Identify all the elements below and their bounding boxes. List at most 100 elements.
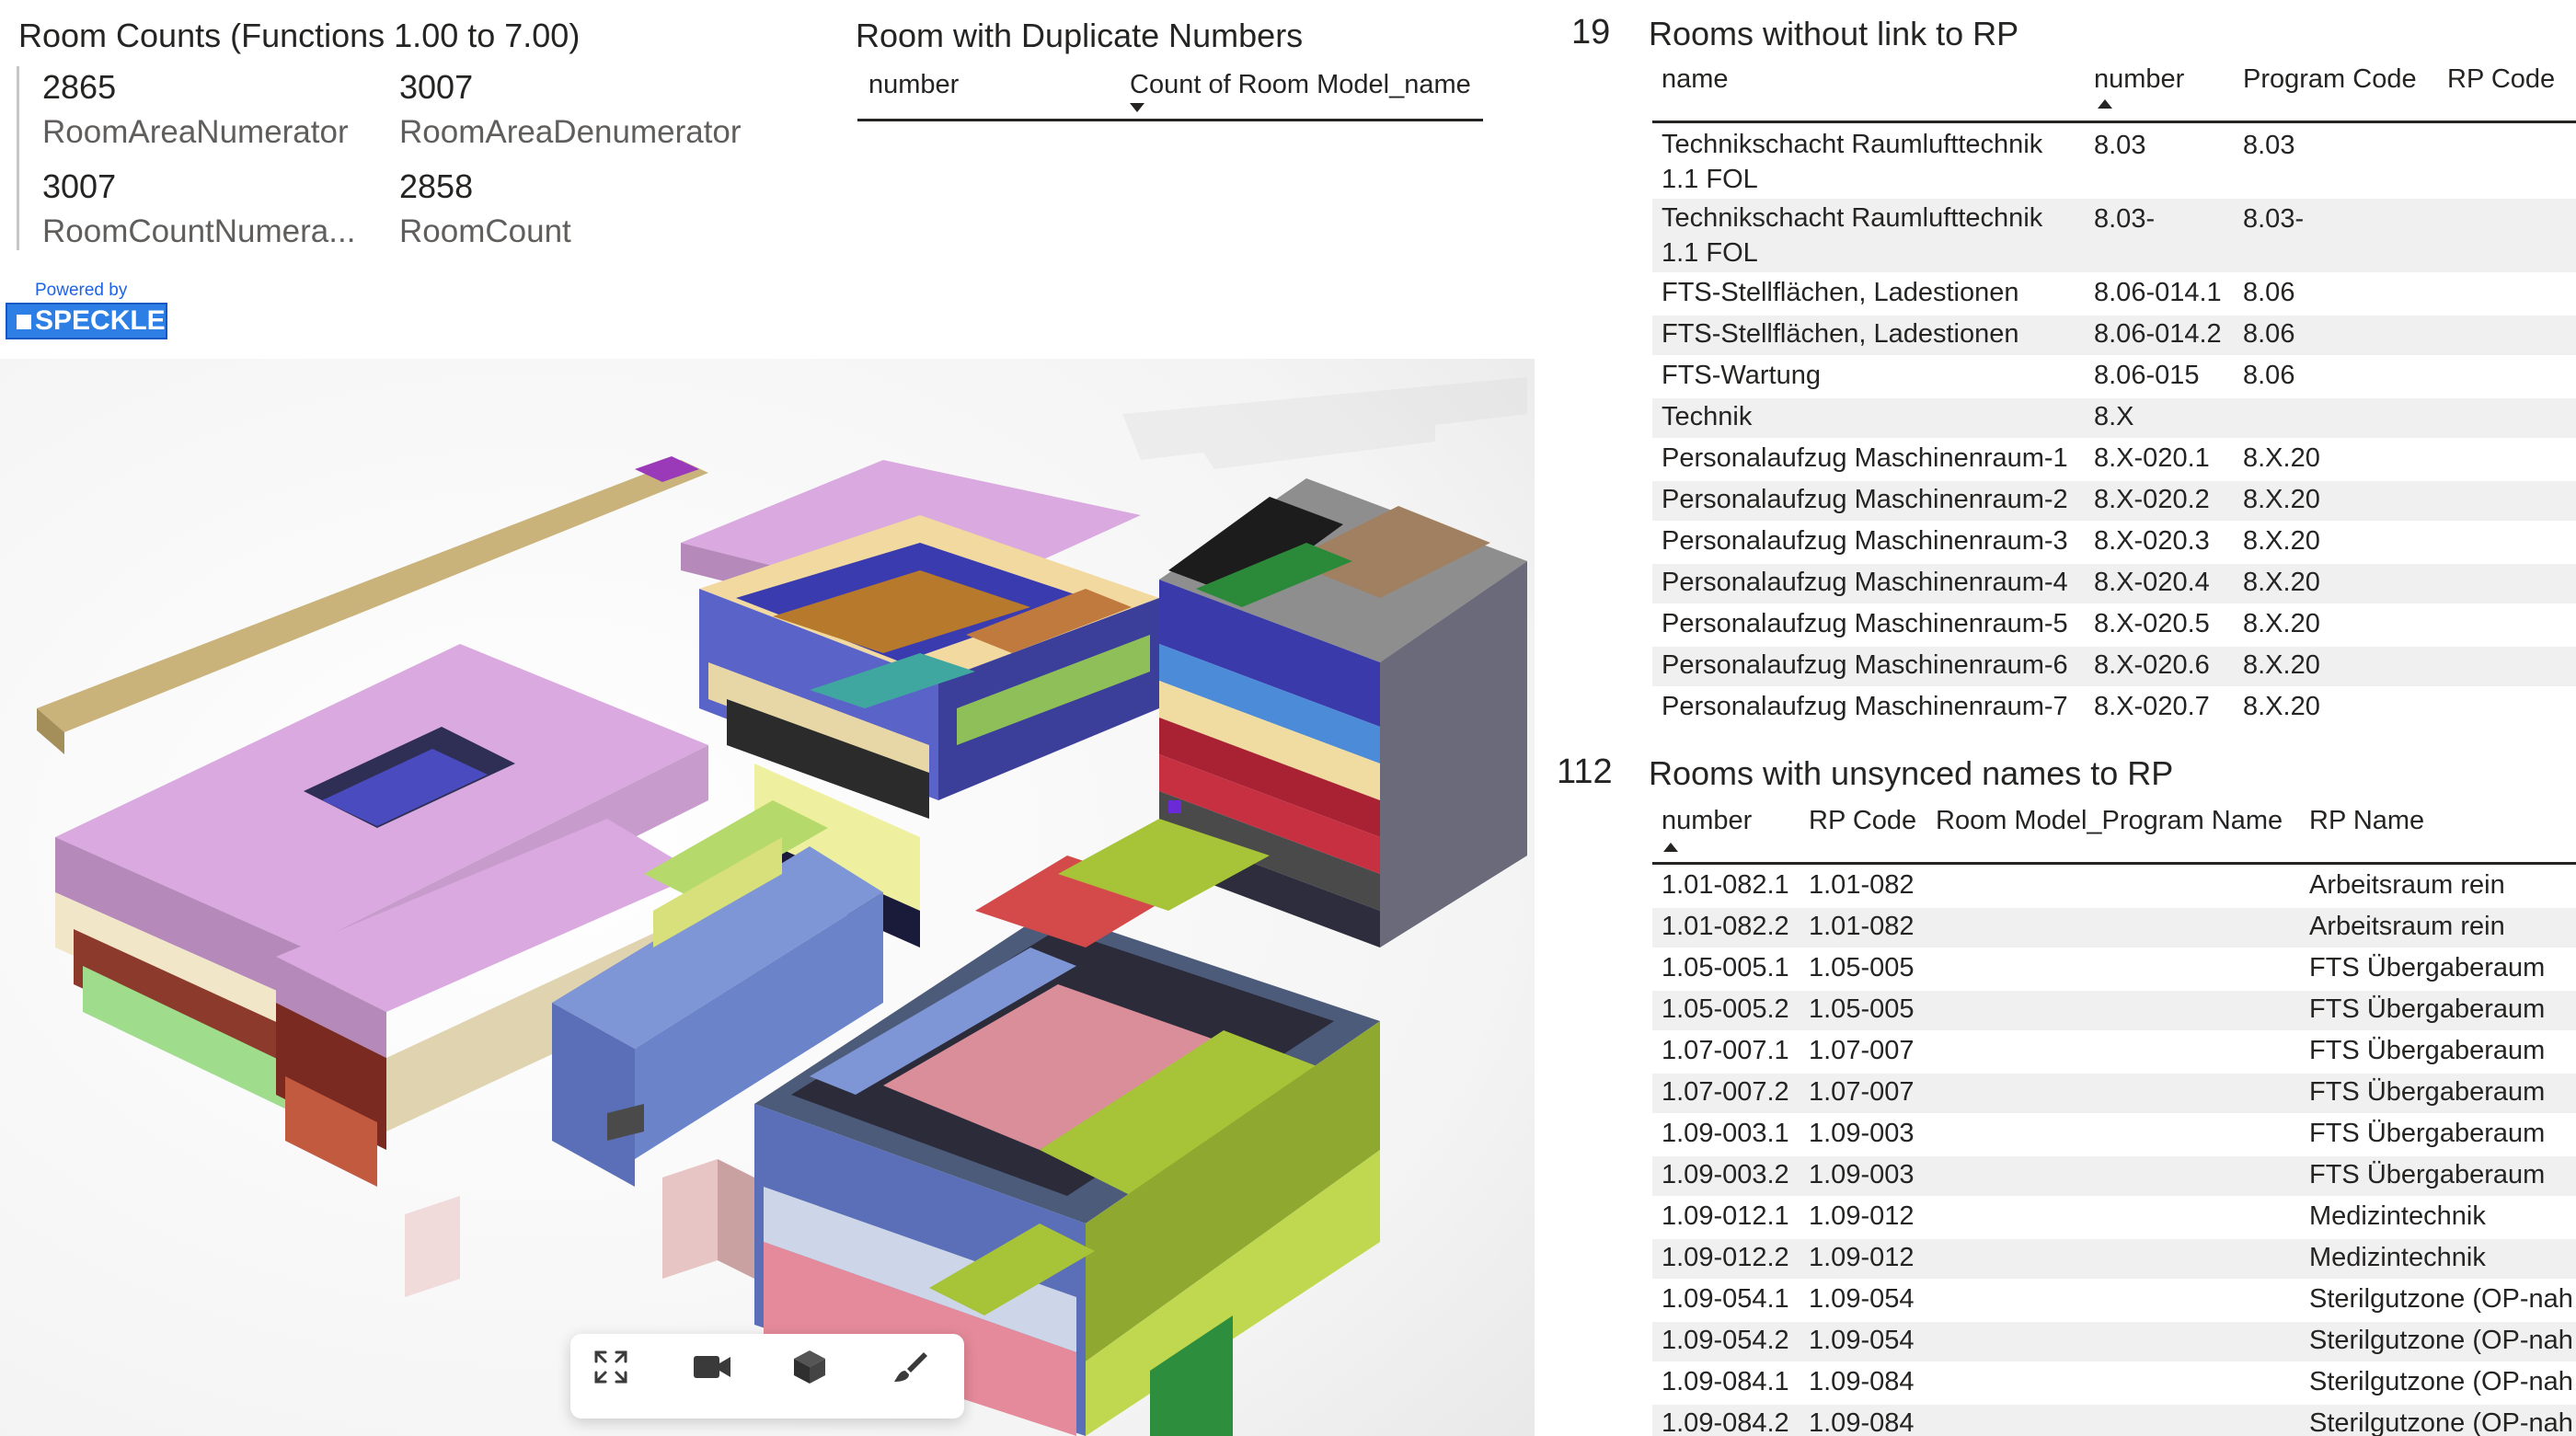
- table-row[interactable]: 1.09-084.1 1.09-084 Sterilgutzone (OP-na…: [1652, 1363, 2576, 1405]
- speckle-brand: SPECKLE: [6, 303, 167, 339]
- cell-name: Personalaufzug Maschinenraum-5: [1662, 609, 2068, 638]
- fullscreen-button[interactable]: [592, 1349, 648, 1404]
- table-row[interactable]: 1.09-012.1 1.09-012 Medizintechnik: [1652, 1198, 2576, 1239]
- table-row[interactable]: FTS-Stellflächen, Ladestionen 8.06-014.2…: [1652, 316, 2576, 357]
- cell-number: 8.06-015: [2094, 361, 2200, 390]
- cell-number: 1.09-012.1: [1662, 1201, 1789, 1231]
- camera-views-button[interactable]: [692, 1349, 747, 1404]
- table-row[interactable]: FTS-Wartung 8.06-015 8.06: [1652, 357, 2576, 398]
- table-row[interactable]: 1.09-054.2 1.09-054 Sterilgutzone (OP-na…: [1652, 1322, 2576, 1363]
- speckle-3d-viewer[interactable]: [0, 359, 1535, 1436]
- sort-descending-icon[interactable]: [1130, 103, 1144, 112]
- column-header-name[interactable]: name: [1662, 64, 1729, 95]
- cell-rp-code: 1.09-054: [1809, 1284, 1915, 1314]
- cell-number: 8.X-020.5: [2094, 609, 2210, 638]
- card-accent-bar: [17, 66, 19, 250]
- column-header-number[interactable]: number: [868, 70, 959, 100]
- table-row[interactable]: 1.09-003.2 1.09-003 FTS Übergaberaum: [1652, 1156, 2576, 1198]
- paint-brush-icon: [894, 1352, 927, 1382]
- cell-program-code: 8.X.20: [2243, 609, 2320, 638]
- column-header-rp-code[interactable]: RP Code: [1809, 806, 1916, 836]
- table-row[interactable]: Technikschacht Raumlufttechnik 1.1 FOL 8…: [1652, 199, 2576, 274]
- room-counts-card: Room Counts (Functions 1.00 to 7.00) 286…: [0, 0, 828, 267]
- cell-rp-code: 1.01-082: [1809, 870, 1915, 900]
- building-model-render[interactable]: [0, 359, 1535, 1436]
- view-modes-button[interactable]: [791, 1349, 846, 1404]
- kpi-label: RoomAreaNumerator: [42, 114, 349, 150]
- cell-name: Personalaufzug Maschinenraum-4: [1662, 568, 2068, 597]
- rooms-without-link-card: 19 Rooms without link to RP name number …: [1564, 0, 2576, 736]
- table-row[interactable]: 1.07-007.1 1.07-007 FTS Übergaberaum: [1652, 1032, 2576, 1074]
- table-row[interactable]: 1.09-084.2 1.09-084 Sterilgutzone (OP-na…: [1652, 1405, 2576, 1436]
- cell-rp-name: FTS Übergaberaum: [2309, 994, 2546, 1024]
- sort-ascending-icon[interactable]: [2098, 99, 2112, 109]
- table-row[interactable]: Technik 8.X: [1652, 398, 2576, 440]
- table-row[interactable]: 1.05-005.2 1.05-005 FTS Übergaberaum: [1652, 991, 2576, 1032]
- table-row[interactable]: 1.09-054.1 1.09-054 Sterilgutzone (OP-na…: [1652, 1281, 2576, 1322]
- table-row[interactable]: Personalaufzug Maschinenraum-4 8.X-020.4…: [1652, 564, 2576, 605]
- table-row[interactable]: FTS-Stellflächen, Ladestionen 8.06-014.1…: [1652, 274, 2576, 316]
- cell-rp-code: 1.09-054: [1809, 1326, 1915, 1355]
- cell-name: FTS-Stellflächen, Ladestionen: [1662, 319, 2019, 349]
- cell-number: 1.07-007.1: [1662, 1036, 1789, 1065]
- table-row[interactable]: Personalaufzug Maschinenraum-5 8.X-020.5…: [1652, 605, 2576, 647]
- cell-name: Technik: [1662, 402, 1753, 431]
- cell-number: 1.09-012.2: [1662, 1243, 1789, 1272]
- cell-number: 1.07-007.2: [1662, 1077, 1789, 1107]
- cell-name: Personalaufzug Maschinenraum-2: [1662, 485, 2068, 514]
- kpi-label: RoomAreaDenumerator: [399, 114, 742, 150]
- column-header-number[interactable]: number: [2094, 64, 2184, 95]
- cube-icon: [794, 1350, 825, 1384]
- column-header-program-name[interactable]: Room Model_Program Name: [1936, 806, 2283, 836]
- cell-rp-name: Sterilgutzone (OP-nah: [2309, 1367, 2573, 1396]
- cell-program-code: 8.X.20: [2243, 650, 2320, 680]
- speckle-square-icon: [17, 315, 31, 330]
- kpi-value: 3007: [42, 167, 117, 205]
- column-header-count[interactable]: Count of Room Model_name: [1130, 70, 1471, 100]
- table-row[interactable]: 1.07-007.2 1.07-007 FTS Übergaberaum: [1652, 1074, 2576, 1115]
- cell-rp-name: Sterilgutzone (OP-nah: [2309, 1326, 2573, 1355]
- cell-rp-name: FTS Übergaberaum: [2309, 953, 2546, 982]
- cell-program-code: 8.X.20: [2243, 692, 2320, 721]
- cell-number: 1.09-084.1: [1662, 1367, 1789, 1396]
- table-row[interactable]: Personalaufzug Maschinenraum-3 8.X-020.3…: [1652, 523, 2576, 564]
- cell-rp-code: 1.07-007: [1809, 1077, 1915, 1107]
- table-row[interactable]: 1.09-012.2 1.09-012 Medizintechnik: [1652, 1239, 2576, 1281]
- sort-ascending-icon[interactable]: [1663, 843, 1678, 852]
- cell-number: 8.X-020.2: [2094, 485, 2210, 514]
- table-row[interactable]: Personalaufzug Maschinenraum-1 8.X-020.1…: [1652, 440, 2576, 481]
- table-row[interactable]: 1.09-003.1 1.09-003 FTS Übergaberaum: [1652, 1115, 2576, 1156]
- cell-name: FTS-Wartung: [1662, 361, 1821, 390]
- table-row[interactable]: 1.01-082.2 1.01-082 Arbeitsraum rein: [1652, 908, 2576, 949]
- table-row[interactable]: Personalaufzug Maschinenraum-2 8.X-020.2…: [1652, 481, 2576, 523]
- table-row[interactable]: Technikschacht Raumlufttechnik 1.1 FOL 8…: [1652, 125, 2576, 199]
- cell-number: 8.06-014.1: [2094, 278, 2222, 307]
- table-row[interactable]: 1.01-082.1 1.01-082 Arbeitsraum rein: [1652, 867, 2576, 908]
- cell-number: 1.01-082.1: [1662, 870, 1789, 900]
- table-row[interactable]: 1.05-005.1 1.05-005 FTS Übergaberaum: [1652, 949, 2576, 991]
- cell-program-code: 8.06: [2243, 361, 2295, 390]
- filter-color-button[interactable]: [891, 1349, 946, 1404]
- table-row[interactable]: Personalaufzug Maschinenraum-7 8.X-020.7…: [1652, 688, 2576, 729]
- cell-number: 8.03: [2094, 131, 2146, 160]
- cell-number: 8.X-020.3: [2094, 526, 2210, 556]
- cell-rp-code: 1.09-084: [1809, 1408, 1915, 1436]
- fullscreen-icon: [594, 1350, 627, 1384]
- column-header-rp-name[interactable]: RP Name: [2309, 806, 2424, 836]
- cell-number: 1.09-084.2: [1662, 1408, 1789, 1436]
- cell-name: FTS-Stellflächen, Ladestionen: [1662, 278, 2019, 307]
- column-header-number[interactable]: number: [1662, 806, 1752, 836]
- speckle-brand-label: SPECKLE: [35, 305, 166, 336]
- cell-rp-name: FTS Übergaberaum: [2309, 1119, 2546, 1148]
- cell-rp-code: 1.09-003: [1809, 1160, 1915, 1189]
- rooms-without-link-title: Rooms without link to RP: [1649, 15, 2019, 52]
- cell-program-code: 8.X.20: [2243, 568, 2320, 597]
- column-header-program-code[interactable]: Program Code: [2243, 64, 2417, 95]
- kpi-label: RoomCountNumera...: [42, 213, 356, 249]
- powered-by-label: Powered by: [35, 281, 128, 300]
- cell-number: 8.X-020.6: [2094, 650, 2210, 680]
- column-header-rp-code[interactable]: RP Code: [2447, 64, 2555, 95]
- kpi-room-count-numerator: 3007 RoomCountNumera...: [42, 167, 374, 250]
- cell-number: 1.09-003.1: [1662, 1119, 1789, 1148]
- table-row[interactable]: Personalaufzug Maschinenraum-6 8.X-020.6…: [1652, 647, 2576, 688]
